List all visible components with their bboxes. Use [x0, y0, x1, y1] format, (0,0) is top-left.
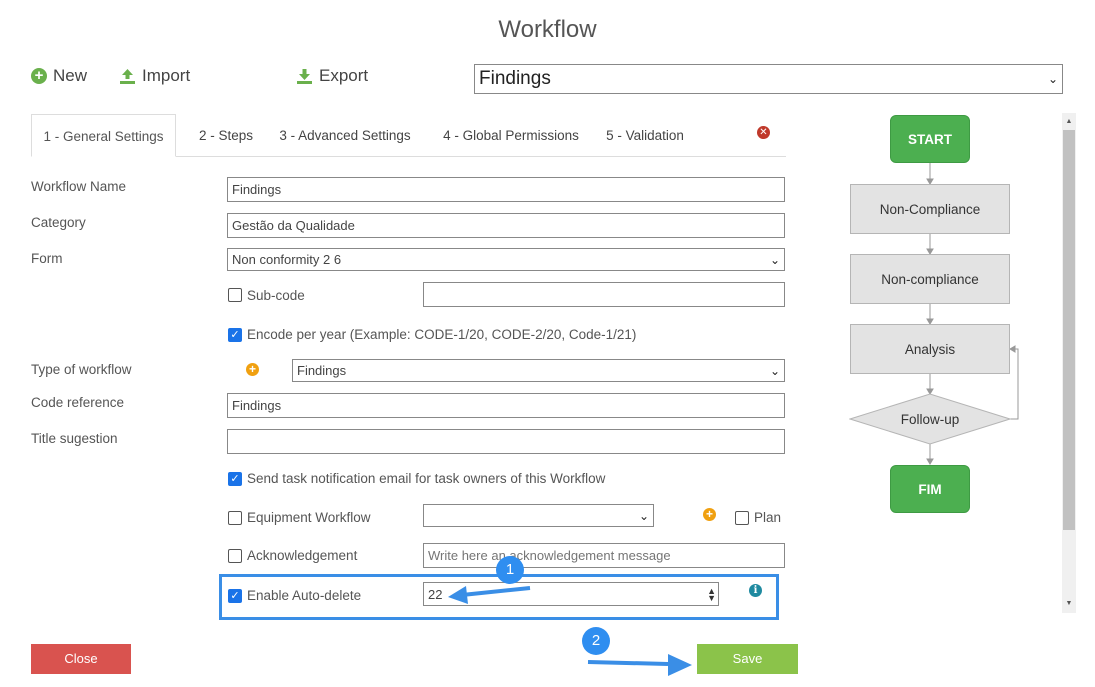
plan-label: Plan: [754, 510, 782, 525]
workflow-name-label: Workflow Name: [31, 179, 127, 194]
flow-node-start[interactable]: START: [890, 115, 970, 163]
tab-global-permissions[interactable]: 4 - Global Permissions: [437, 114, 585, 157]
annotation-arrow-1: [448, 586, 531, 604]
close-button[interactable]: Close: [31, 644, 131, 674]
sub-code-label: Sub-code: [247, 288, 305, 303]
category-input[interactable]: Gestão da Qualidade: [227, 213, 785, 238]
annotation-arrow-2: [587, 654, 692, 676]
workflow-select[interactable]: Findings ⌄: [474, 64, 1063, 94]
code-reference-label: Code reference: [31, 395, 125, 410]
encode-per-year-label: Encode per year (Example: CODE-1/20, COD…: [247, 327, 637, 342]
flow-node-decision[interactable]: Follow-up: [850, 394, 1010, 444]
window-title: Workflow: [498, 16, 597, 43]
import-button-label: Import: [142, 66, 191, 85]
encode-per-year-checkbox[interactable]: ✓: [228, 328, 242, 342]
workflow-select-value: Findings: [479, 68, 551, 89]
form-select-value: Non conformity 2 6: [232, 252, 342, 267]
plus-circle-icon: +: [31, 68, 47, 84]
new-button[interactable]: + New: [31, 66, 87, 86]
info-icon[interactable]: i: [749, 584, 762, 597]
upload-icon: [120, 68, 135, 84]
plan-checkbox[interactable]: [735, 511, 749, 525]
sub-code-input[interactable]: [423, 282, 785, 307]
export-button[interactable]: Export: [296, 66, 368, 86]
sub-code-checkbox[interactable]: [228, 288, 242, 302]
code-reference-input[interactable]: Findings: [227, 393, 785, 418]
close-icon[interactable]: ✕: [757, 126, 770, 139]
scroll-up-icon[interactable]: ▲: [1062, 118, 1076, 125]
acknowledgement-label: Acknowledgement: [247, 548, 358, 563]
type-of-workflow-label: Type of workflow: [31, 362, 132, 377]
flow-scrollbar-thumb[interactable]: [1063, 130, 1075, 530]
flow-node-end[interactable]: FIM: [890, 465, 970, 513]
equipment-workflow-checkbox[interactable]: [228, 511, 242, 525]
type-of-workflow-select[interactable]: Findings ⌄: [292, 359, 785, 382]
acknowledgement-checkbox[interactable]: [228, 549, 242, 563]
save-button[interactable]: Save: [697, 644, 798, 674]
import-button[interactable]: Import: [119, 66, 190, 86]
add-equipment-icon[interactable]: +: [703, 508, 716, 521]
equipment-workflow-select[interactable]: ⌄: [423, 504, 654, 527]
type-of-workflow-value: Findings: [297, 363, 347, 378]
flow-node-step-2[interactable]: Non-compliance: [850, 254, 1010, 304]
new-button-label: New: [53, 66, 88, 85]
tab-bar: 1 - General Settings 2 - Steps 3 - Advan…: [31, 114, 786, 157]
chevron-down-icon: ⌄: [769, 363, 780, 378]
tab-advanced-settings[interactable]: 3 - Advanced Settings: [275, 114, 415, 157]
tab-validation[interactable]: 5 - Validation: [599, 114, 691, 157]
flow-node-step-3[interactable]: Analysis: [850, 324, 1010, 374]
annotation-badge-2: 2: [582, 627, 610, 655]
chevron-down-icon: ⌄: [638, 508, 649, 523]
category-label: Category: [31, 215, 86, 230]
auto-delete-label: Enable Auto-delete: [247, 588, 362, 603]
chevron-down-icon: ⌄: [1047, 72, 1058, 86]
download-icon: [297, 68, 312, 84]
form-label: Form: [31, 251, 63, 266]
auto-delete-checkbox[interactable]: ✓: [228, 589, 242, 603]
tab-steps[interactable]: 2 - Steps: [186, 114, 266, 157]
flow-node-step-1[interactable]: Non-Compliance: [850, 184, 1010, 234]
annotation-badge-1: 1: [496, 556, 524, 584]
export-button-label: Export: [319, 66, 369, 85]
equipment-workflow-label: Equipment Workflow: [247, 510, 371, 525]
chevron-down-icon: ⌄: [769, 252, 780, 267]
tab-general-settings[interactable]: 1 - General Settings: [31, 114, 176, 157]
spinner-arrows-icon[interactable]: ▲ ▼: [707, 587, 716, 603]
send-notification-checkbox[interactable]: ✓: [228, 472, 242, 486]
flow-connectors: [926, 163, 1019, 465]
add-type-icon[interactable]: +: [246, 363, 259, 376]
scroll-down-icon[interactable]: ▼: [1062, 600, 1076, 607]
send-notification-label: Send task notification email for task ow…: [247, 471, 606, 486]
workflow-name-input[interactable]: Findings: [227, 177, 785, 202]
title-suggestion-input[interactable]: [227, 429, 785, 454]
form-select[interactable]: Non conformity 2 6 ⌄: [227, 248, 785, 271]
acknowledgement-input[interactable]: [423, 543, 785, 568]
title-suggestion-label: Title sugestion: [31, 431, 118, 446]
